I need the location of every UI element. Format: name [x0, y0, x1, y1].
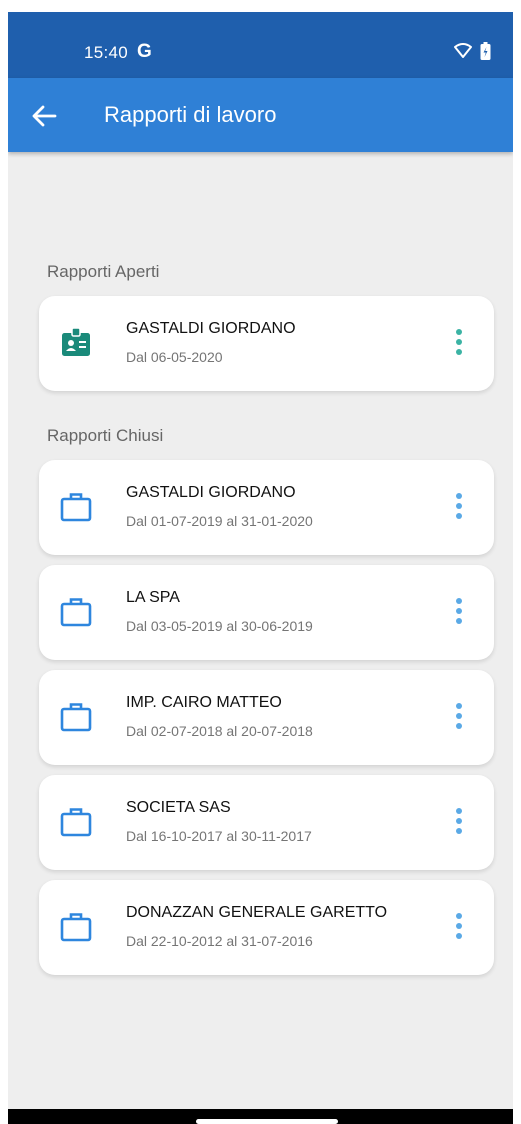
list-item[interactable]: LA SPA Dal 03-05-2019 al 30-06-2019	[39, 565, 494, 660]
briefcase-icon	[60, 598, 92, 627]
status-time: 15:40	[84, 43, 129, 62]
more-vert-icon[interactable]	[452, 326, 466, 360]
briefcase-icon	[60, 493, 92, 522]
more-vert-icon[interactable]	[452, 910, 466, 944]
more-vert-icon[interactable]	[452, 700, 466, 734]
employment-dates: Dal 16-10-2017 al 30-11-2017	[126, 828, 312, 844]
employer-name: DONAZZAN GENERALE GARETTO	[126, 904, 388, 921]
employer-name: GASTALDI GIORDANO	[126, 484, 296, 501]
section-title-closed: Rapporti Chiusi	[47, 426, 164, 445]
battery-charging-icon	[480, 42, 491, 60]
home-gesture-handle[interactable]	[196, 1119, 338, 1124]
status-icons	[454, 42, 491, 60]
wifi-icon	[454, 43, 472, 58]
app-bar: Rapporti di lavoro	[8, 78, 513, 152]
employment-dates: Dal 06-05-2020	[126, 349, 223, 365]
arrow-back-icon[interactable]	[30, 102, 58, 130]
list-item[interactable]: IMP. CAIRO MATTEO Dal 02-07-2018 al 20-0…	[39, 670, 494, 765]
google-notification-icon: G	[137, 41, 152, 62]
status-bar: 15:40 G	[8, 12, 513, 78]
employment-dates: Dal 01-07-2019 al 31-01-2020	[126, 513, 313, 529]
employment-dates: Dal 02-07-2018 al 20-07-2018	[126, 723, 313, 739]
section-title-open: Rapporti Aperti	[47, 262, 160, 281]
list-item[interactable]: GASTALDI GIORDANO Dal 01-07-2019 al 31-0…	[39, 460, 494, 555]
employer-name: IMP. CAIRO MATTEO	[126, 694, 282, 711]
page-title: Rapporti di lavoro	[104, 102, 277, 127]
list-item[interactable]: GASTALDI GIORDANO Dal 06-05-2020	[39, 296, 494, 391]
more-vert-icon[interactable]	[452, 805, 466, 839]
more-vert-icon[interactable]	[452, 595, 466, 629]
employment-dates: Dal 22-10-2012 al 31-07-2016	[126, 933, 313, 949]
employer-name: GASTALDI GIORDANO	[126, 320, 296, 337]
phone-screen: 15:40 G Rapporti di lavoro Rapporti Aper…	[8, 12, 513, 1124]
briefcase-icon	[60, 913, 92, 942]
list-item[interactable]: SOCIETA SAS Dal 16-10-2017 al 30-11-2017	[39, 775, 494, 870]
employer-name: LA SPA	[126, 589, 180, 606]
briefcase-icon	[60, 703, 92, 732]
briefcase-icon	[60, 808, 92, 837]
list-item[interactable]: DONAZZAN GENERALE GARETTO Dal 22-10-2012…	[39, 880, 494, 975]
more-vert-icon[interactable]	[452, 490, 466, 524]
employment-dates: Dal 03-05-2019 al 30-06-2019	[126, 618, 313, 634]
employer-name: SOCIETA SAS	[126, 799, 231, 816]
badge-icon	[62, 327, 90, 356]
